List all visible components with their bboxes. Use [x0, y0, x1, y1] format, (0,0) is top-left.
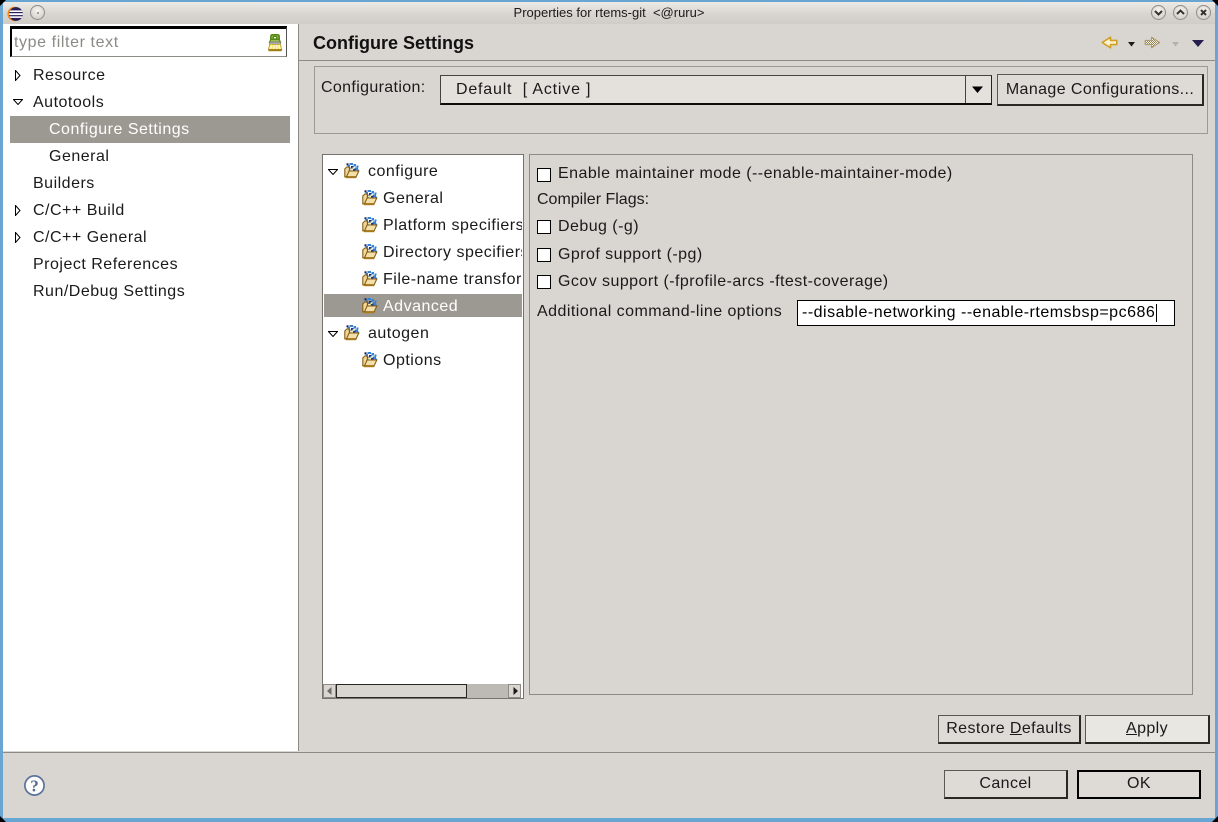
- svg-text:?: ?: [30, 777, 39, 796]
